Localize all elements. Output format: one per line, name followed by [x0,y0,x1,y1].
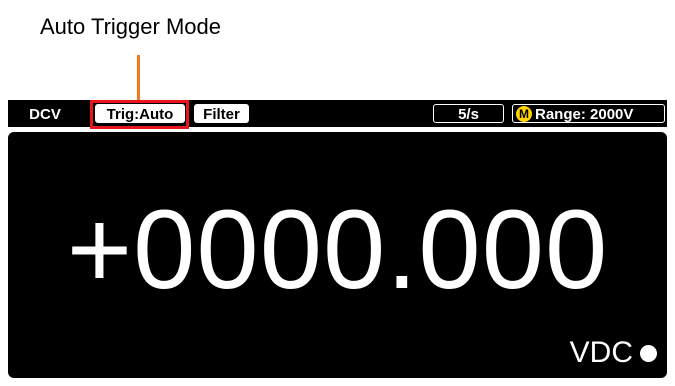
unit-label: VDC [569,336,633,369]
trigger-status-dot-icon [640,345,657,362]
trigger-highlight-box [90,100,189,129]
main-display: +0000.000 VDC [8,132,667,378]
range-indicator: M Range: 2000V [512,104,665,123]
callout-label: Auto Trigger Mode [40,14,221,39]
callout-pointer-line [137,55,140,101]
manual-range-icon: M [516,106,532,122]
function-indicator: DCV [29,106,61,123]
meter-screen: DCV Trig:Auto Filter 5/s M Range: 2000V … [8,100,667,378]
filter-indicator: Filter [194,104,249,123]
measurement-reading: +0000.000 [66,187,609,312]
sample-rate-indicator: 5/s [433,104,504,123]
range-label: Range: 2000V [535,106,634,123]
